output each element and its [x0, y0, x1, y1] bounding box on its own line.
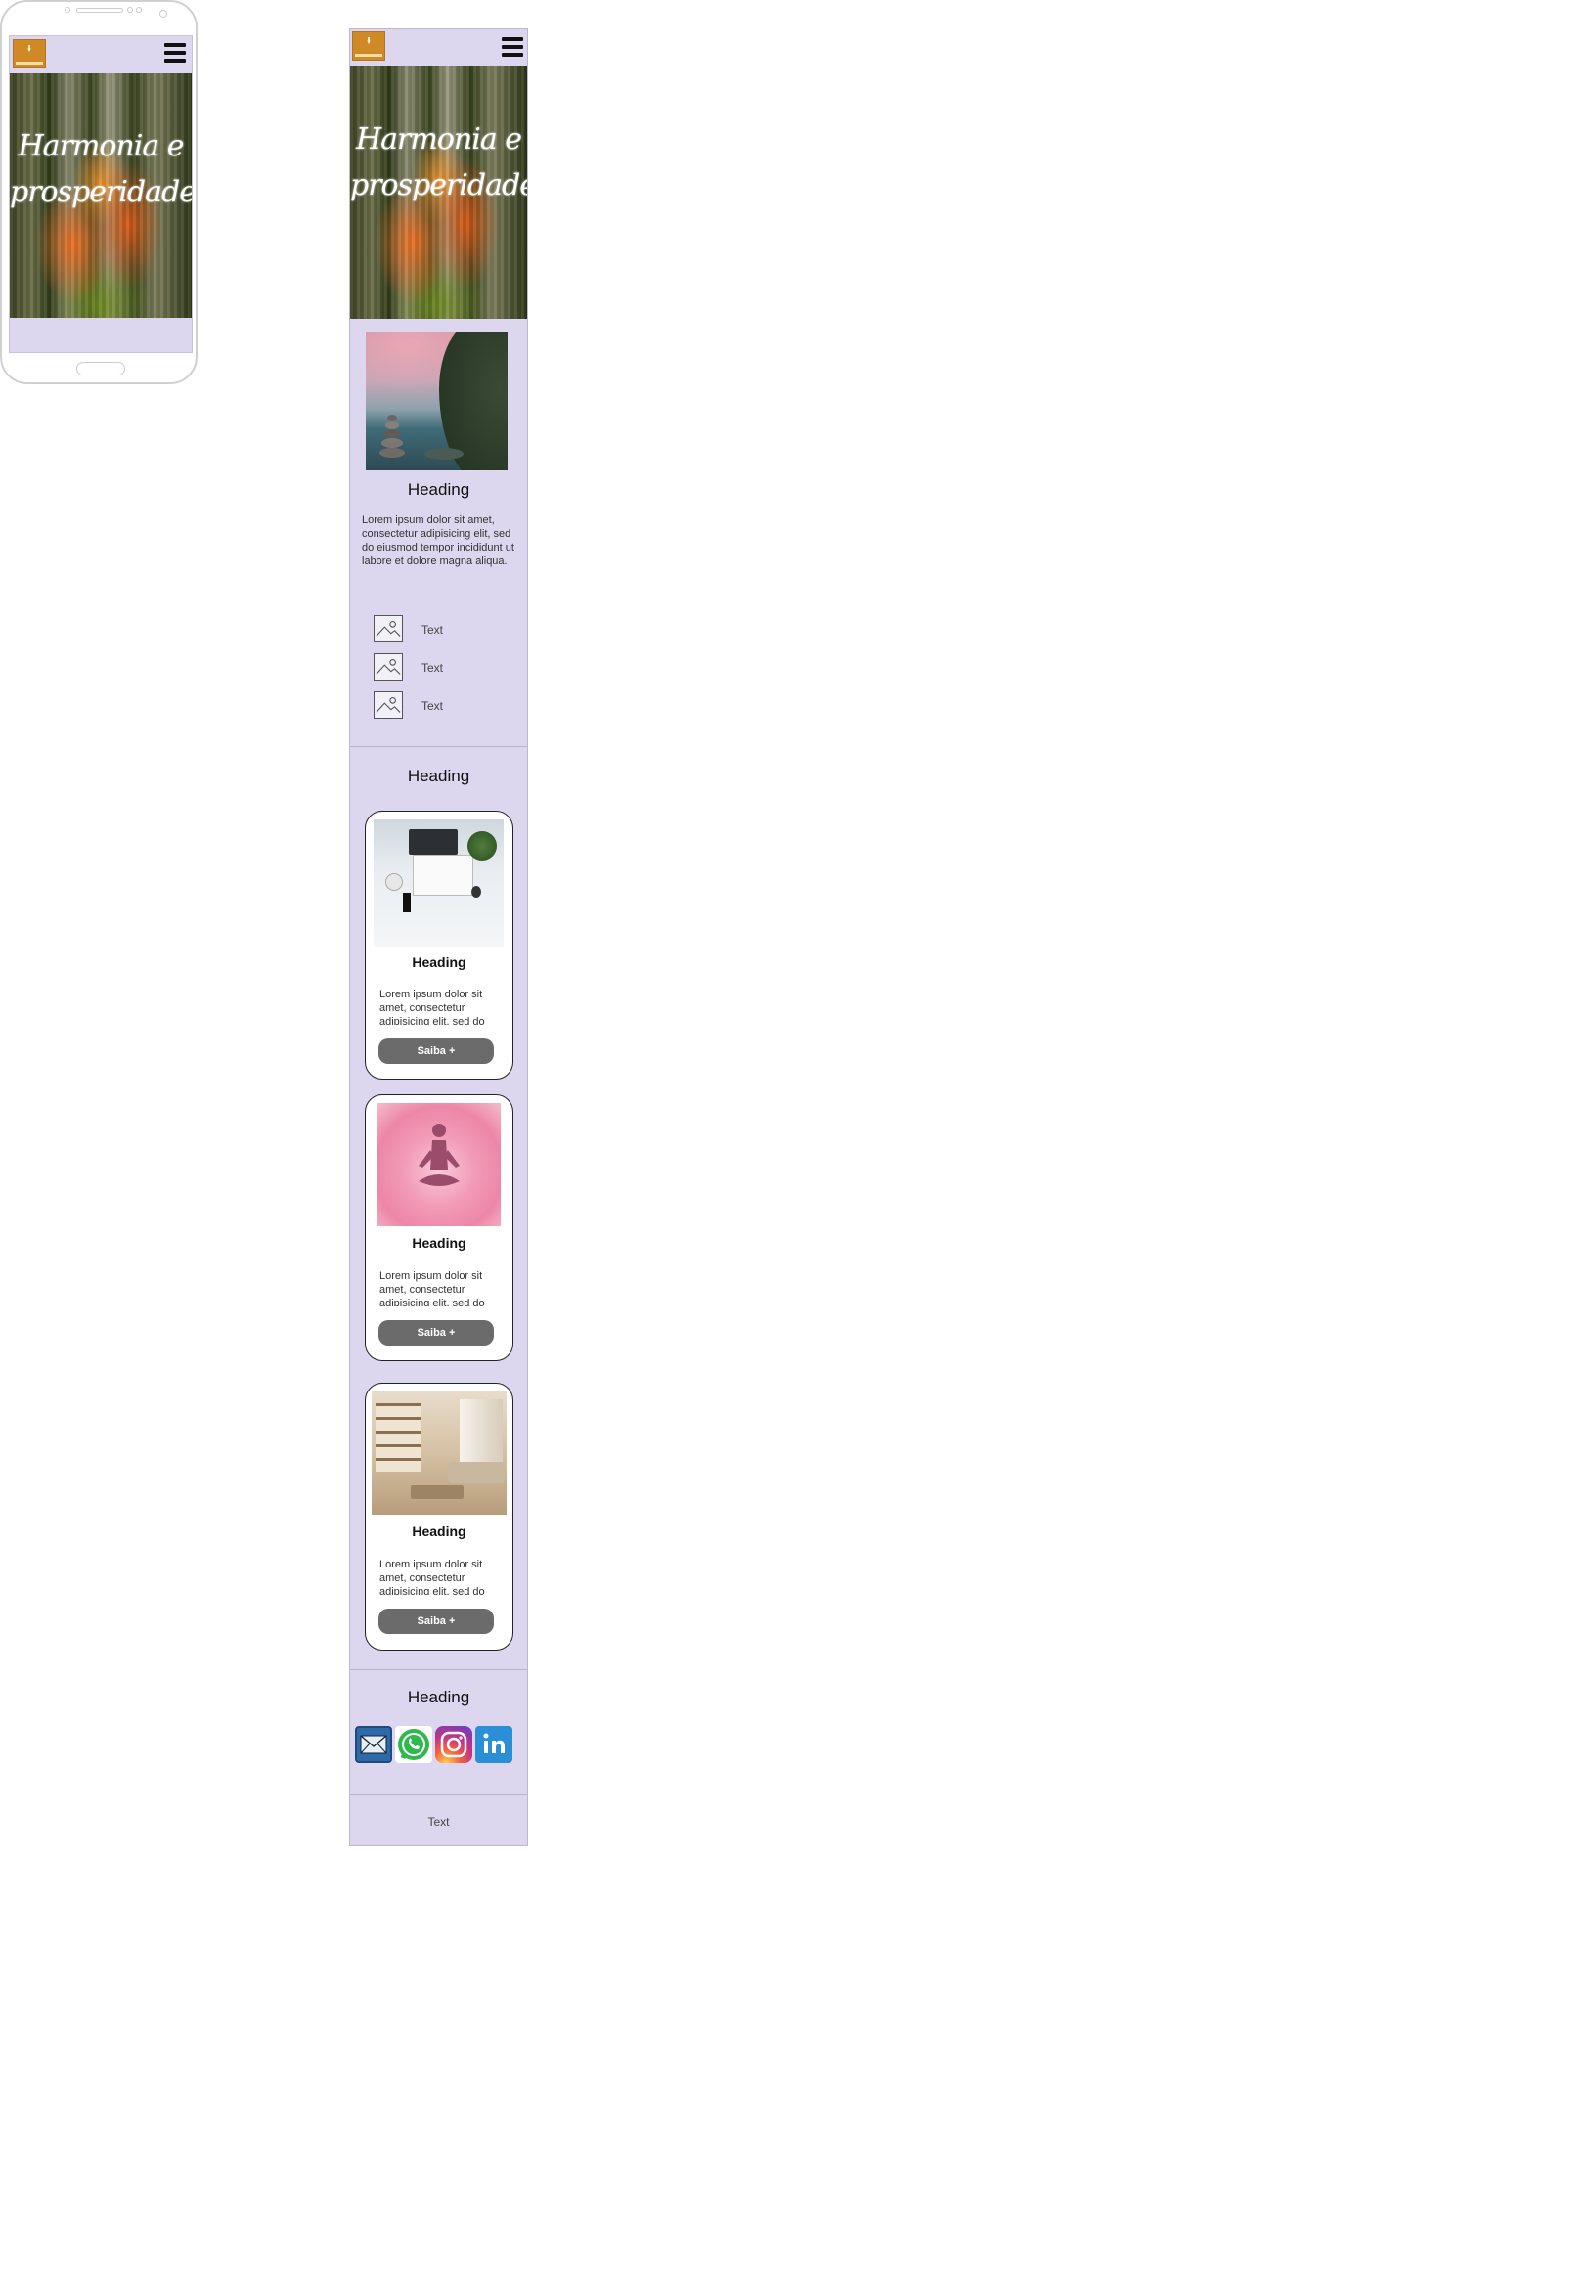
contact-heading: Heading: [407, 1688, 470, 1706]
image-placeholder-icon: [374, 691, 403, 719]
phone-camera-icon: [159, 10, 167, 18]
hero-banner: Harmonia e prosperidade: [350, 66, 527, 319]
hero-title: Harmonia e prosperidade: [10, 129, 192, 209]
phone-sensor-icon: [127, 7, 133, 13]
hero-banner: Harmonia e prosperidade: [10, 73, 192, 318]
feature-item: Text: [374, 653, 501, 683]
card-heading: Heading: [412, 1235, 466, 1251]
living-room-image: [372, 1391, 507, 1515]
logo-lotus-icon: [367, 37, 371, 44]
navbar: [350, 29, 527, 66]
workspace-image: [374, 819, 504, 947]
saiba-mais-button[interactable]: Saiba +: [378, 1038, 494, 1064]
saiba-mais-button[interactable]: Saiba +: [378, 1609, 494, 1634]
card-text: Lorem ipsum dolor sit amet, consectetur …: [379, 1559, 485, 1595]
logo-wordmark: [16, 62, 43, 65]
feature-item: Text: [374, 615, 501, 644]
phone-sensor-icon: [65, 7, 70, 13]
whatsapp-icon[interactable]: [395, 1726, 432, 1763]
about-heading: Heading: [407, 480, 470, 499]
about-paragraph: Lorem ipsum dolor sit amet, consectetur …: [362, 514, 514, 567]
section-divider: [350, 1794, 527, 1795]
feature-text: Text: [421, 699, 444, 713]
service-card: Heading Lorem ipsum dolor sit amet, cons…: [365, 1383, 513, 1651]
service-card: Heading Lorem ipsum dolor sit amet, cons…: [365, 1094, 513, 1361]
services-heading: Heading: [407, 767, 470, 785]
card-heading: Heading: [412, 954, 466, 970]
logo[interactable]: [13, 39, 46, 68]
logo-lotus-icon: [27, 45, 31, 52]
instagram-icon[interactable]: [435, 1726, 472, 1763]
service-card: Heading Lorem ipsum dolor sit amet, cons…: [365, 811, 513, 1080]
phone-speaker: [76, 8, 123, 13]
phone-home-button: [76, 362, 125, 375]
logo-wordmark: [355, 54, 382, 57]
menu-icon[interactable]: [502, 37, 523, 57]
mail-icon[interactable]: [355, 1726, 392, 1763]
card-heading: Heading: [412, 1523, 466, 1539]
linkedin-icon[interactable]: [475, 1726, 512, 1763]
image-placeholder-icon: [374, 615, 403, 642]
zen-stones-image: [366, 332, 508, 470]
phone-mockup: Harmonia e prosperidade: [0, 0, 198, 384]
about-section: Heading Lorem ipsum dolor sit amet, cons…: [350, 321, 527, 775]
footer-text: Text: [427, 1815, 450, 1829]
hero-title: Harmonia e prosperidade: [350, 122, 527, 202]
logo[interactable]: [352, 31, 385, 61]
meditation-image: [377, 1103, 501, 1226]
phone-sensor-icon: [136, 7, 142, 13]
feature-text: Text: [421, 661, 444, 675]
image-placeholder-icon: [374, 653, 403, 681]
mobile-page: Harmonia e prosperidade Heading Lorem ip…: [349, 28, 528, 1846]
section-divider: [350, 1669, 527, 1670]
saiba-mais-button[interactable]: Saiba +: [378, 1320, 494, 1346]
card-text: Lorem ipsum dolor sit amet, consectetur …: [379, 1270, 485, 1306]
section-divider: [350, 746, 527, 747]
menu-icon[interactable]: [164, 43, 186, 63]
feature-item: Text: [374, 691, 501, 721]
phone-screen: Harmonia e prosperidade: [9, 35, 193, 353]
card-text: Lorem ipsum dolor sit amet, consectetur …: [379, 989, 485, 1025]
feature-text: Text: [421, 623, 444, 637]
